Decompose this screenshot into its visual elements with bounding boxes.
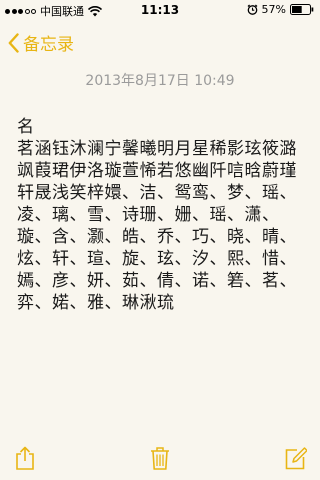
chevron-left-icon bbox=[8, 32, 19, 53]
status-right: 57% bbox=[247, 3, 314, 16]
delete-button[interactable] bbox=[147, 444, 173, 472]
status-bar: 中国联通 11:13 57% bbox=[0, 0, 320, 20]
trash-icon bbox=[151, 447, 169, 470]
alarm-clock-icon bbox=[247, 4, 257, 15]
compose-button[interactable] bbox=[283, 444, 309, 472]
note-text[interactable]: 名 茗涵钰沐澜宁馨曦明月星稀影玹筱潞飒葭珺伊洛璇萱悕若悠幽阡唁晗蔚瑾轩晟浅笑梓嬛… bbox=[17, 116, 312, 314]
back-button[interactable]: 备忘录 bbox=[8, 30, 74, 55]
battery-fill bbox=[292, 6, 302, 13]
share-icon bbox=[16, 446, 34, 470]
share-button[interactable] bbox=[12, 444, 38, 472]
toolbar bbox=[0, 436, 320, 480]
back-button-label: 备忘录 bbox=[23, 35, 74, 55]
note-date: 2013年8月17日 10:49 bbox=[85, 73, 235, 89]
nav-bar: 备忘录 bbox=[0, 20, 320, 64]
battery-icon bbox=[290, 4, 314, 15]
compose-icon bbox=[285, 447, 307, 470]
battery-percent: 57% bbox=[261, 3, 286, 16]
